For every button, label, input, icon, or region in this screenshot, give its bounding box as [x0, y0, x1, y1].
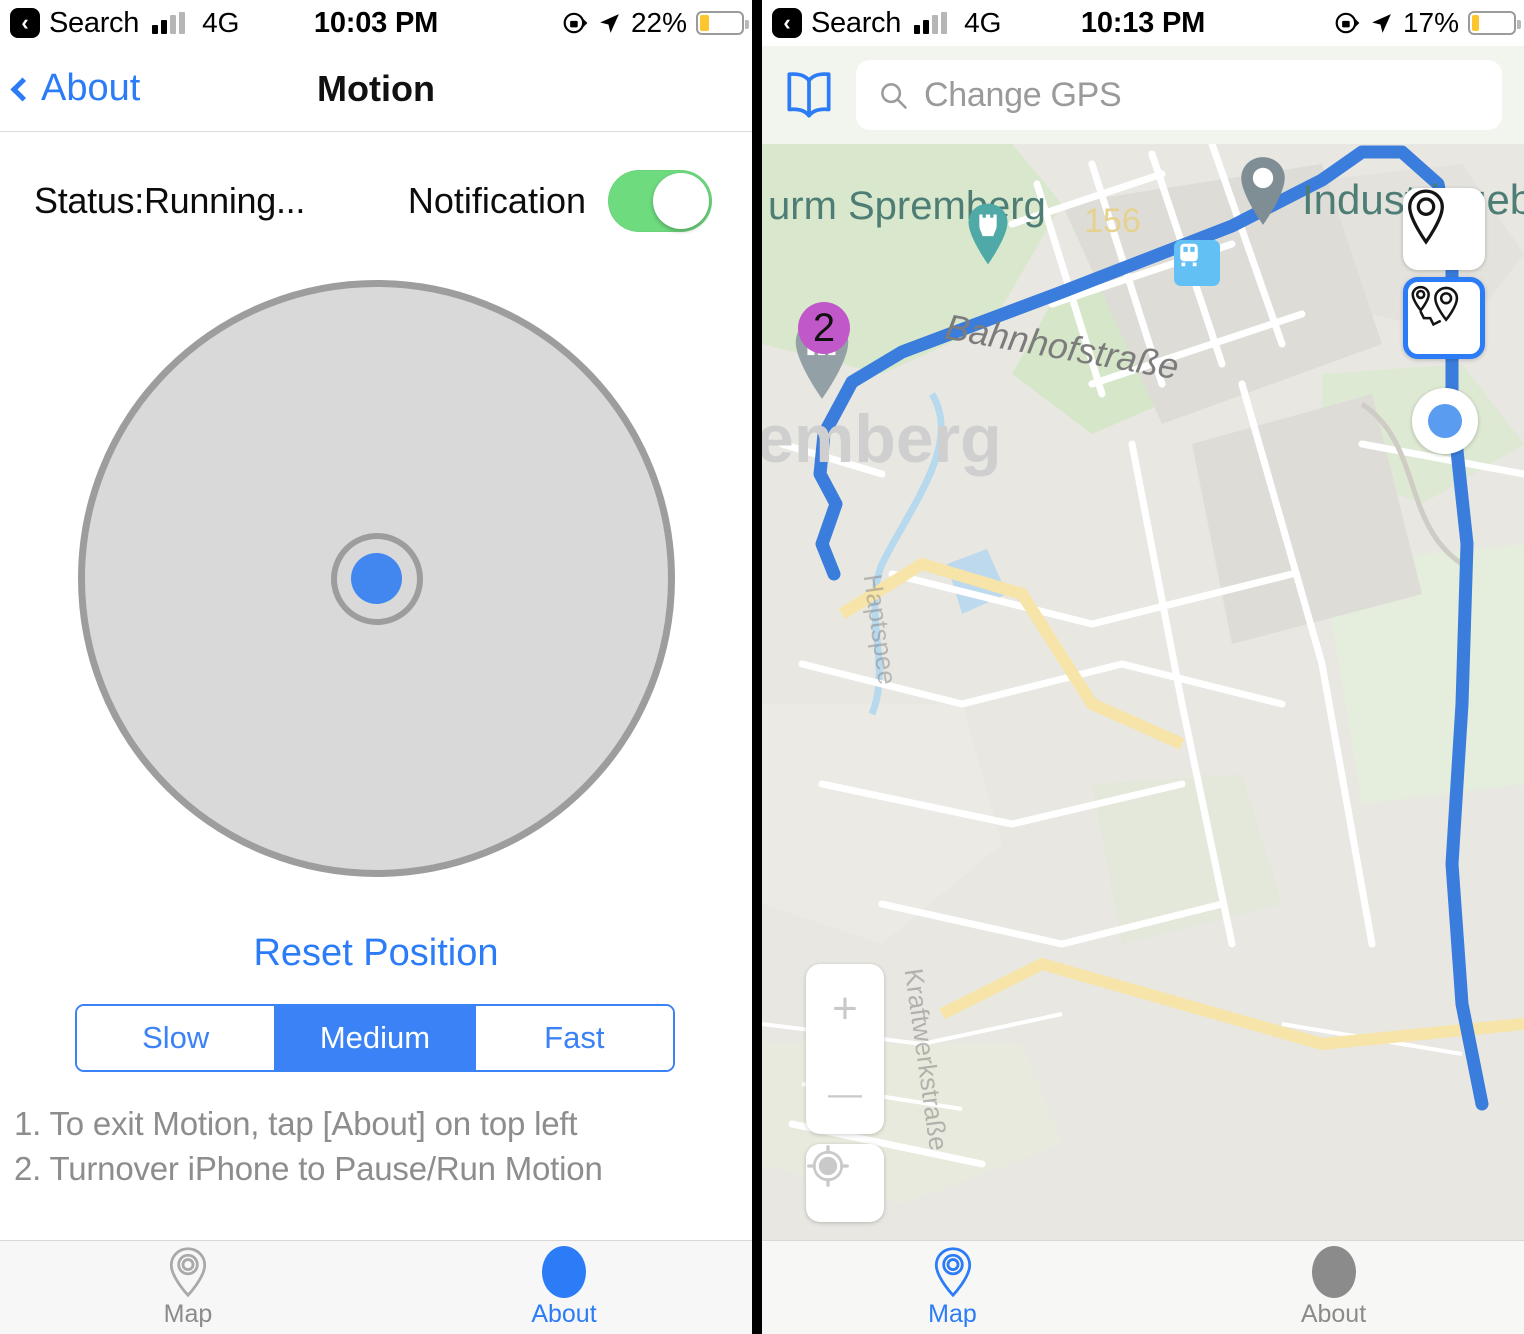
pin-outline-icon	[1408, 189, 1444, 245]
speed-segment-slow[interactable]: Slow	[77, 1006, 277, 1070]
status-bar-left-group: ‹ Search 4G	[0, 7, 239, 40]
status-bar-left: ‹ Search 4G 10:03 PM 22%	[0, 0, 752, 46]
speed-segment-medium[interactable]: Medium	[276, 1006, 476, 1070]
rotation-lock-icon	[1335, 12, 1360, 34]
location-arrow-icon	[1372, 13, 1391, 33]
network-type-label: 4G	[964, 7, 1002, 38]
tab-about-label: About	[531, 1300, 597, 1328]
single-pin-mode-button[interactable]	[1403, 188, 1485, 270]
right-phone-screen: ‹ Search 4G 10:13 PM 17% Change GPS urm …	[762, 0, 1524, 1334]
status-bar-right-group: 22%	[562, 7, 752, 39]
notification-label: Notification	[407, 180, 586, 221]
status-bar-right: ‹ Search 4G 10:13 PM 17%	[762, 0, 1524, 46]
status-back-label[interactable]: Search	[49, 7, 139, 40]
search-input[interactable]: Change GPS	[856, 60, 1502, 130]
tab-map-label: Map	[163, 1300, 213, 1328]
joystick-knob[interactable]	[330, 532, 423, 625]
map-pin-icon	[934, 1247, 971, 1298]
chevron-left-icon	[10, 76, 35, 102]
rotation-lock-icon	[563, 12, 588, 34]
screenshot-stage: ‹ Search 4G 10:03 PM 22% About Motion St…	[0, 0, 1524, 1334]
notification-toggle[interactable]	[608, 170, 712, 232]
search-placeholder: Change GPS	[924, 75, 1122, 114]
left-phone-screen: ‹ Search 4G 10:03 PM 22% About Motion St…	[0, 0, 752, 1334]
tab-about[interactable]: About	[376, 1241, 752, 1334]
tab-about-label: About	[1300, 1300, 1367, 1328]
zoom-controls[interactable]: + —	[806, 964, 884, 1134]
navigation-bar: About Motion	[0, 46, 752, 132]
locate-dot-icon	[1428, 404, 1462, 438]
about-icon	[542, 1246, 586, 1298]
tab-map[interactable]: Map	[0, 1241, 376, 1334]
speed-segment-fast[interactable]: Fast	[475, 1006, 673, 1070]
status-row: Status:Running... Notification	[0, 132, 752, 232]
notification-control: Notification	[408, 170, 712, 232]
map-train-station-icon[interactable]	[1174, 240, 1220, 286]
speed-segmented-control[interactable]: Slow Medium Fast	[75, 1004, 675, 1072]
network-type-label: 4G	[202, 7, 240, 38]
tab-bar-left: Map About	[0, 1240, 752, 1334]
status-back-label[interactable]: Search	[811, 7, 901, 40]
battery-icon	[696, 11, 749, 35]
toggle-knob	[653, 173, 709, 229]
location-arrow-icon	[600, 13, 619, 33]
zoom-in-icon[interactable]: +	[832, 984, 858, 1034]
route-pin-mode-button[interactable]	[1403, 277, 1485, 359]
motion-content: Status:Running... Notification Reset Pos…	[0, 132, 752, 1240]
hints-text: 1. To exit Motion, tap [About] on top le…	[14, 1102, 603, 1191]
hint-line: 2. Turnover iPhone to Pause/Run Motion	[14, 1149, 603, 1187]
hint-line: 1. To exit Motion, tap [About] on top le…	[14, 1105, 578, 1142]
compass-center-button[interactable]	[806, 1144, 884, 1222]
signal-strength-icon	[152, 12, 186, 34]
status-bar-left-group: ‹ Search 4G	[762, 7, 1001, 40]
reset-position-button[interactable]: Reset Position	[0, 932, 752, 975]
bookmarks-icon[interactable]	[780, 67, 838, 123]
map-pin-gray-icon[interactable]	[1234, 154, 1292, 228]
back-button[interactable]: About	[0, 67, 140, 110]
map-pin-castle-icon[interactable]	[962, 200, 1014, 268]
map-canvas[interactable]: urm Spremberg Industriegebiet Bahnhofstr…	[762, 144, 1524, 1240]
battery-percent-label: 17%	[1402, 7, 1459, 38]
locate-me-button[interactable]	[1412, 388, 1478, 454]
tab-bar-right: Map About	[762, 1240, 1524, 1334]
route-two-pins-icon	[1411, 285, 1459, 327]
status-back-chip-icon[interactable]: ‹	[772, 8, 802, 38]
status-bar-right-group: 17%	[1334, 7, 1524, 39]
status-label: Status:Running...	[34, 180, 306, 221]
search-bar: Change GPS	[762, 46, 1524, 144]
battery-percent-label: 22%	[630, 7, 687, 38]
tab-map[interactable]: Map	[762, 1241, 1143, 1334]
phone-divider	[752, 0, 762, 1334]
about-icon	[1311, 1246, 1356, 1298]
train-glyph-icon	[1180, 243, 1198, 267]
battery-icon	[1468, 11, 1521, 35]
crosshair-icon	[807, 1145, 849, 1187]
status-back-chip-icon[interactable]: ‹	[10, 8, 40, 38]
search-icon	[881, 83, 907, 109]
back-button-label: About	[41, 67, 141, 109]
tab-map-label: Map	[928, 1300, 977, 1328]
map-pin-icon	[169, 1247, 207, 1298]
joystick-dot-icon	[351, 553, 402, 604]
zoom-out-icon[interactable]: —	[828, 1075, 862, 1114]
signal-strength-icon	[914, 12, 948, 34]
tab-about[interactable]: About	[1143, 1241, 1524, 1334]
motion-joystick-pad[interactable]	[78, 280, 675, 877]
map-pin-count-badge: 2	[798, 302, 850, 354]
